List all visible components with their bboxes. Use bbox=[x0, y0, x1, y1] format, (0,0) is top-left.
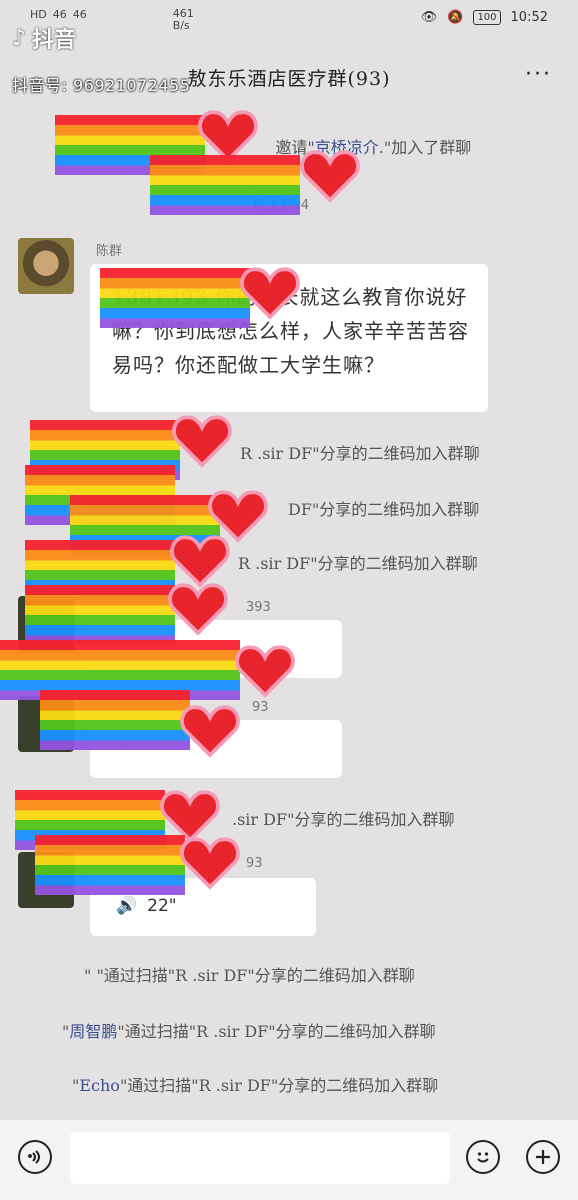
network-speed: 461 B/s bbox=[173, 8, 194, 32]
voice-wave-icon: 🔊 bbox=[116, 896, 138, 916]
eye-icon: 👁 bbox=[420, 10, 438, 25]
heart-sticker bbox=[240, 267, 300, 320]
heart-sticker bbox=[300, 150, 360, 203]
heart-sticker bbox=[180, 705, 240, 758]
scan-text: "通过扫描"R .sir DF"分享的二维码加入群聊 bbox=[117, 1022, 436, 1041]
plus-icon[interactable] bbox=[526, 1140, 560, 1174]
heart-sticker bbox=[168, 583, 228, 636]
tiktok-logo-icon: ♪ bbox=[12, 25, 27, 51]
status-right: 👁 🔕 100 10:52 bbox=[421, 10, 548, 25]
rainbow-sticker bbox=[40, 690, 190, 750]
voice-message: 🔊 22" bbox=[116, 896, 177, 916]
member-name: 周智鹏 bbox=[69, 1022, 118, 1041]
rainbow-sticker bbox=[150, 155, 300, 215]
tiktok-app-name: 抖音 bbox=[32, 28, 77, 53]
system-message-scan-4: .sir DF"分享的二维码加入群聊 bbox=[232, 810, 455, 829]
invite-suffix: ."加入了群聊 bbox=[378, 138, 472, 157]
system-message-scan-1: R .sir DF"分享的二维码加入群聊 bbox=[240, 444, 480, 463]
voice-glyph-icon bbox=[28, 1150, 40, 1164]
rainbow-sticker bbox=[35, 835, 185, 895]
speed-unit: B/s bbox=[172, 19, 190, 32]
plus-glyph-icon bbox=[536, 1150, 550, 1164]
more-menu-button[interactable]: ··· bbox=[525, 62, 552, 87]
emoji-icon[interactable] bbox=[466, 1140, 500, 1174]
battery-icon: 100 bbox=[473, 10, 501, 25]
rainbow-sticker bbox=[25, 585, 175, 645]
voice-icon[interactable] bbox=[18, 1140, 52, 1174]
heart-sticker bbox=[172, 415, 232, 468]
status-bar: HD 46 46 461 B/s 👁 🔕 100 10:52 bbox=[0, 0, 578, 44]
smile-glyph-icon bbox=[477, 1152, 489, 1163]
sender-name-partial: 93 bbox=[252, 700, 269, 715]
hd-label: HD bbox=[30, 8, 47, 21]
system-message-scan-3: R .sir DF"分享的二维码加入群聊 bbox=[238, 554, 478, 573]
sender-name: 陈群 bbox=[96, 244, 123, 259]
system-message-scan-6: "周智鹏"通过扫描"R .sir DF"分享的二维码加入群聊 bbox=[62, 1022, 436, 1041]
system-message-scan-2: DF"分享的二维码加入群聊 bbox=[288, 500, 480, 519]
system-message-scan-7: "Echo"通过扫描"R .sir DF"分享的二维码加入群聊 bbox=[72, 1076, 439, 1095]
sender-name-partial: 393 bbox=[246, 600, 271, 615]
heart-sticker bbox=[235, 645, 295, 698]
clock: 10:52 bbox=[510, 10, 548, 25]
scan-text: "通过扫描"R .sir DF"分享的二维码加入群聊 bbox=[119, 1076, 439, 1095]
sender-name-partial: 93 bbox=[246, 856, 263, 871]
heart-sticker bbox=[180, 837, 240, 890]
avatar[interactable] bbox=[18, 238, 74, 294]
rainbow-sticker bbox=[100, 268, 250, 328]
signal-label-1: 46 bbox=[52, 8, 67, 21]
system-message-scan-5: " "通过扫描"R .sir DF"分享的二维码加入群聊 bbox=[84, 966, 415, 985]
signal-label-2: 46 bbox=[72, 8, 87, 21]
tiktok-id: 抖音号: 96921072455 bbox=[12, 76, 191, 95]
mute-bell-icon: 🔕 bbox=[447, 10, 464, 25]
tiktok-watermark: ♪ 抖音 bbox=[12, 22, 76, 54]
voice-duration: 22" bbox=[147, 896, 177, 916]
message-input[interactable] bbox=[70, 1132, 450, 1184]
member-name: Echo bbox=[79, 1076, 120, 1095]
input-bar bbox=[0, 1120, 578, 1200]
